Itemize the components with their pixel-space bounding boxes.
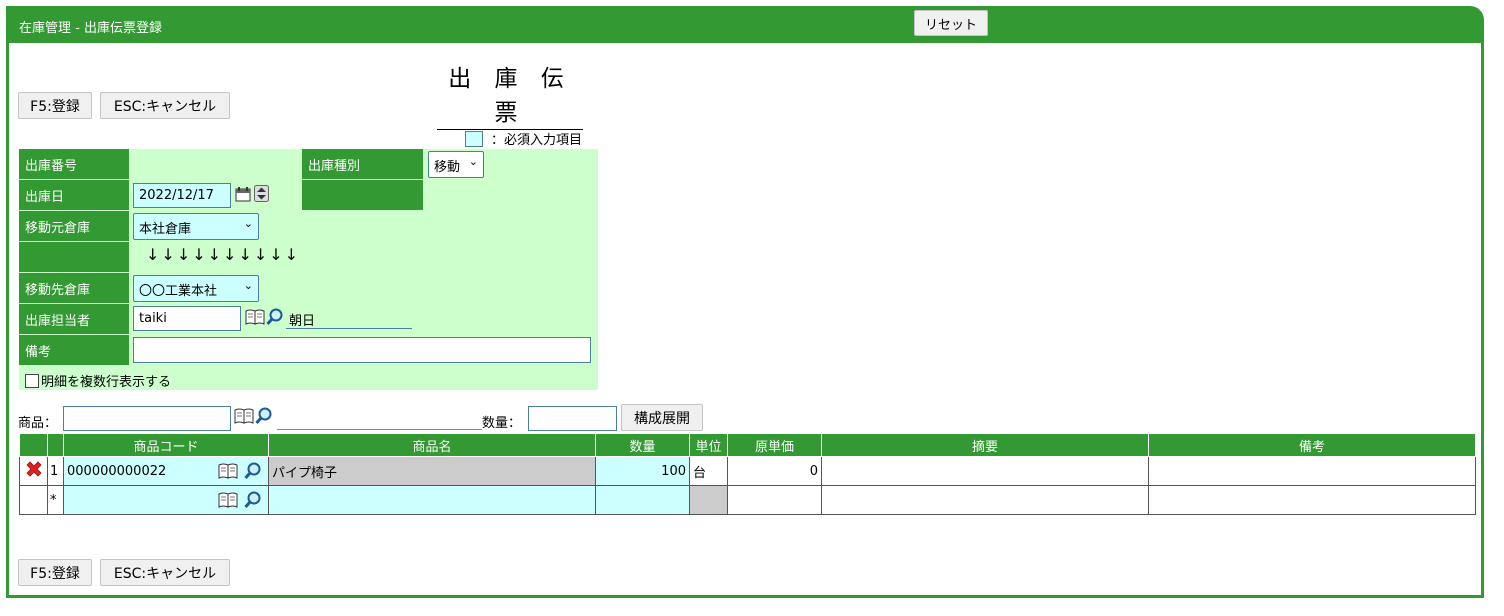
col-quantity: 数量 <box>595 433 690 457</box>
search-icon[interactable] <box>244 462 262 484</box>
col-remarks: 備考 <box>1148 433 1476 457</box>
book-icon[interactable] <box>245 308 265 330</box>
calendar-icon[interactable] <box>235 186 253 206</box>
staff-label: 出庫担当者 <box>19 304 129 334</box>
book-icon[interactable] <box>218 491 238 513</box>
quantity-cell[interactable] <box>595 485 690 515</box>
product-name-display <box>277 429 482 430</box>
issue-date-input[interactable]: 2022/12/17 <box>133 183 231 208</box>
delete-icon[interactable] <box>24 461 44 483</box>
register-button-bottom[interactable]: F5:登録 <box>18 559 92 586</box>
issue-date-label: 出庫日 <box>19 180 129 210</box>
direction-arrows: ↓↓↓↓↓↓↓↓↓↓ <box>146 245 301 264</box>
required-legend-text: ：必須入力項目 <box>491 133 583 148</box>
col-product-code: 商品コード <box>63 433 269 457</box>
unit-cost-cell[interactable]: 0 <box>727 456 822 486</box>
multiline-checkbox-row[interactable]: 明細を複数行表示する <box>25 371 171 390</box>
table-row: * <box>19 485 1476 515</box>
expand-structure-button[interactable]: 構成展開 <box>621 404 703 431</box>
window-title: 在庫管理 - 出庫伝票登録 <box>19 21 162 36</box>
title-bar: 在庫管理 - 出庫伝票登録 <box>9 9 1481 43</box>
dest-warehouse-select[interactable]: 〇〇工業本社 ⌄ <box>133 275 259 302</box>
summary-cell[interactable] <box>821 456 1149 486</box>
slip-form: 出庫番号 出庫種別 移動 ⌄ 出庫日 2022/12/17 移動元倉庫 本社倉庫… <box>19 149 598 390</box>
quantity-cell[interactable]: 100 <box>595 456 690 486</box>
remarks-cell[interactable] <box>1148 485 1476 515</box>
product-code-cell[interactable]: 000000000022 <box>63 456 269 486</box>
line-no: 1 <box>47 456 64 486</box>
register-button-top[interactable]: F5:登録 <box>18 92 92 119</box>
col-unit: 単位 <box>689 433 728 457</box>
remarks-label: 備考 <box>19 335 129 365</box>
chevron-down-icon: ⌄ <box>243 217 253 230</box>
remarks-cell[interactable] <box>1148 456 1476 486</box>
quantity-input[interactable] <box>528 406 617 431</box>
reset-button[interactable]: リセット <box>914 10 988 36</box>
slip-number-label: 出庫番号 <box>19 149 129 179</box>
product-name-cell <box>268 485 596 515</box>
search-icon[interactable] <box>244 491 262 513</box>
line-no: * <box>47 485 64 515</box>
search-icon[interactable] <box>266 308 284 330</box>
arrows-label-cell <box>19 242 129 272</box>
unit-cell: 台 <box>689 456 728 486</box>
detail-table: 商品コード 商品名 数量 単位 原単価 摘要 備考 1 000000000022 <box>19 433 1476 515</box>
chevron-down-icon: ⌄ <box>468 155 478 168</box>
multiline-checkbox-label: 明細を複数行表示する <box>41 375 172 390</box>
book-icon[interactable] <box>234 407 254 429</box>
unit-cell <box>689 485 728 515</box>
col-summary: 摘要 <box>821 433 1149 457</box>
staff-name: 朝日 <box>286 310 412 329</box>
chevron-down-icon: ⌄ <box>243 279 253 292</box>
product-code-value: 000000000022 <box>67 463 167 479</box>
multiline-checkbox[interactable] <box>25 373 39 388</box>
cancel-button-bottom[interactable]: ESC:キャンセル <box>100 559 230 586</box>
page-title: 出 庫 伝 票 <box>437 59 583 130</box>
issue-type-select[interactable]: 移動 ⌄ <box>428 151 484 178</box>
product-name-cell: パイプ椅子 <box>268 456 596 486</box>
search-icon[interactable] <box>255 407 273 429</box>
dest-warehouse-label: 移動先倉庫 <box>19 273 129 303</box>
source-warehouse-select[interactable]: 本社倉庫 ⌄ <box>133 213 259 240</box>
required-swatch <box>465 130 483 147</box>
date-spinner-icon[interactable] <box>254 185 269 206</box>
product-code-cell[interactable] <box>63 485 269 515</box>
delete-cell <box>19 456 48 486</box>
col-unit-cost: 原単価 <box>727 433 822 457</box>
issue-date-spacer <box>302 180 423 210</box>
staff-code-input[interactable]: taiki <box>133 306 241 331</box>
delete-cell <box>19 485 48 515</box>
remarks-input[interactable] <box>133 337 591 363</box>
table-row: 1 000000000022 パイプ椅子 100 台 0 <box>19 456 1476 486</box>
cancel-button-top[interactable]: ESC:キャンセル <box>100 92 230 119</box>
issue-type-label: 出庫種別 <box>302 149 423 179</box>
unit-cost-cell[interactable] <box>727 485 822 515</box>
summary-cell[interactable] <box>821 485 1149 515</box>
book-icon[interactable] <box>218 462 238 484</box>
quantity-label: 数量： <box>482 416 522 431</box>
source-warehouse-label: 移動元倉庫 <box>19 211 129 241</box>
col-line-no <box>47 433 64 457</box>
product-search-input[interactable] <box>63 406 231 431</box>
col-product-name: 商品名 <box>268 433 596 457</box>
table-header-row: 商品コード 商品名 数量 単位 原単価 摘要 備考 <box>19 433 1476 457</box>
col-delete <box>19 433 48 457</box>
main-window: 在庫管理 - 出庫伝票登録 リセット 出 庫 伝 票 F5:登録 ESC:キャン… <box>6 6 1484 598</box>
product-label: 商品： <box>18 416 58 431</box>
required-legend: ：必須入力項目 <box>465 129 582 148</box>
